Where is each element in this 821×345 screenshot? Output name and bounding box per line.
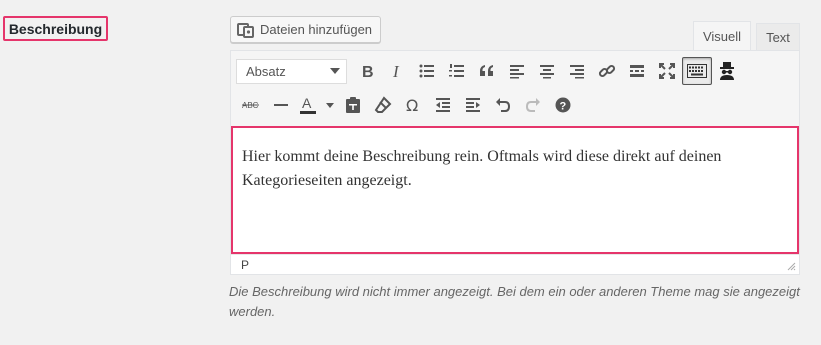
media-icon	[237, 22, 254, 38]
text-color-icon[interactable]: A	[296, 91, 338, 119]
format-select-value: Absatz	[246, 63, 286, 79]
toolbar-row-1: Absatz B I	[236, 57, 742, 85]
link-icon[interactable]	[592, 57, 622, 85]
add-media-label: Dateien hinzufügen	[260, 22, 373, 37]
numbered-list-icon[interactable]	[442, 57, 472, 85]
svg-text:?: ?	[560, 101, 567, 113]
editor-tabs: Visuell Text	[693, 21, 800, 51]
indent-icon[interactable]	[458, 91, 488, 119]
undo-icon[interactable]	[488, 91, 518, 119]
strikethrough-icon[interactable]: ABC	[236, 91, 266, 119]
toolbar-toggle-icon[interactable]	[682, 57, 712, 85]
read-more-icon[interactable]	[622, 57, 652, 85]
bold-icon[interactable]: B	[352, 57, 382, 85]
paste-text-icon[interactable]	[338, 91, 368, 119]
blockquote-icon[interactable]	[472, 57, 502, 85]
outdent-icon[interactable]	[428, 91, 458, 119]
editor: Absatz B I ABC A Ω ? Hier kommt deine Be…	[230, 50, 800, 275]
svg-text:Ω: Ω	[406, 97, 418, 113]
tab-visual[interactable]: Visuell	[693, 21, 751, 51]
editor-content[interactable]: Hier kommt deine Beschreibung rein. Oftm…	[231, 126, 799, 254]
toolbar-row-2: ABC A Ω ?	[236, 91, 578, 119]
svg-text:B: B	[362, 64, 374, 79]
italic-icon[interactable]: I	[382, 57, 412, 85]
chevron-down-icon	[330, 68, 340, 74]
horizontal-rule-icon[interactable]	[266, 91, 296, 119]
resize-handle-icon[interactable]	[787, 262, 796, 271]
clear-formatting-icon[interactable]	[368, 91, 398, 119]
special-character-icon[interactable]: Ω	[398, 91, 428, 119]
tab-text[interactable]: Text	[756, 23, 800, 50]
field-description: Die Beschreibung wird nicht immer angeze…	[229, 284, 800, 319]
field-label: Beschreibung	[3, 16, 108, 41]
svg-text:I: I	[392, 63, 400, 79]
format-select[interactable]: Absatz	[236, 58, 347, 84]
redo-icon[interactable]	[518, 91, 548, 119]
help-icon[interactable]: ?	[548, 91, 578, 119]
fullscreen-icon[interactable]	[652, 57, 682, 85]
svg-text:A: A	[302, 95, 312, 111]
align-center-icon[interactable]	[532, 57, 562, 85]
status-bar: P	[231, 254, 799, 274]
spy-icon[interactable]	[712, 57, 742, 85]
align-left-icon[interactable]	[502, 57, 532, 85]
bullet-list-icon[interactable]	[412, 57, 442, 85]
align-right-icon[interactable]	[562, 57, 592, 85]
element-path[interactable]: P	[241, 258, 249, 272]
add-media-button[interactable]: Dateien hinzufügen	[230, 16, 382, 43]
